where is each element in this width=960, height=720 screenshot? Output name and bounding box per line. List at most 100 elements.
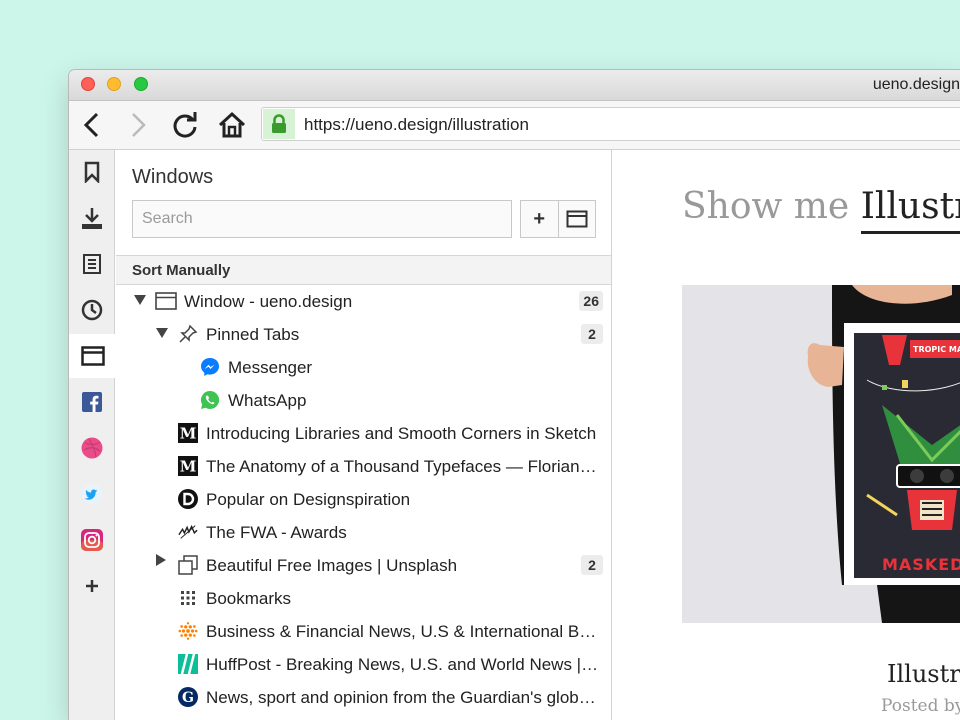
category-selector[interactable]: Illustrat bbox=[860, 186, 960, 234]
browser-window: ueno.design https://ueno.design/illustra… bbox=[69, 70, 960, 720]
navigation-bar: https://ueno.design/illustration bbox=[69, 101, 960, 150]
sort-bar[interactable]: Sort Manually bbox=[116, 255, 611, 285]
posted-by-text: Posted by bbox=[881, 696, 960, 716]
secure-connection-indicator[interactable] bbox=[263, 109, 295, 139]
forward-arrow-icon bbox=[132, 113, 146, 137]
tree-row-tab[interactable]: Popular on Designspiration bbox=[116, 483, 611, 516]
tree-label: WhatsApp bbox=[228, 391, 307, 410]
tree-row-tab[interactable]: G News, sport and opinion from the Guard… bbox=[116, 681, 611, 714]
tree-row-tab[interactable]: HuffPost - Breaking News, U.S. and World… bbox=[116, 648, 611, 681]
heading-prefix: Show me bbox=[682, 186, 850, 227]
tab-count-badge: 2 bbox=[581, 324, 603, 344]
medium-icon: M bbox=[178, 456, 198, 476]
guardian-icon: G bbox=[178, 687, 198, 707]
tree-row-tab[interactable]: M Introducing Libraries and Smooth Corne… bbox=[116, 417, 611, 450]
sidebar-notes[interactable] bbox=[69, 242, 115, 286]
lock-icon bbox=[272, 114, 286, 133]
svg-text:G: G bbox=[182, 690, 194, 706]
sidebar-tool-strip bbox=[69, 150, 116, 720]
hero-image[interactable]: TROPIC MASSUS MASKED V bbox=[682, 285, 960, 623]
window-icon bbox=[154, 291, 178, 311]
tab-count-badge: 26 bbox=[579, 291, 603, 311]
forward-button[interactable] bbox=[122, 109, 154, 141]
new-window-button[interactable] bbox=[557, 201, 596, 237]
tree-label: News, sport and opinion from the Guardia… bbox=[206, 688, 600, 707]
sidebar-add-panel[interactable] bbox=[69, 564, 115, 608]
poster-text-bottom: MASKED V bbox=[882, 555, 960, 574]
sidebar-downloads[interactable] bbox=[69, 196, 115, 240]
address-bar[interactable]: https://ueno.design/illustration bbox=[261, 107, 960, 141]
tree-row-tab-stack[interactable]: Beautiful Free Images | Unsplash 2 bbox=[116, 549, 611, 582]
poster-text-top: TROPIC MASSUS bbox=[913, 345, 960, 354]
tree-label: Pinned Tabs bbox=[206, 325, 300, 344]
fwa-icon bbox=[178, 522, 198, 542]
home-button[interactable] bbox=[216, 109, 248, 141]
collapse-arrow-icon[interactable] bbox=[156, 328, 168, 338]
windows-panel: Windows + Sort Manually Window - ueno.de… bbox=[116, 150, 612, 720]
sidebar-facebook[interactable] bbox=[69, 380, 115, 424]
svg-text:M: M bbox=[180, 425, 197, 443]
home-icon bbox=[218, 111, 246, 138]
tree-row-tab[interactable]: Business & Financial News, U.S & Interna… bbox=[116, 615, 611, 648]
minimize-window-button[interactable] bbox=[107, 77, 121, 91]
zoom-window-button[interactable] bbox=[134, 77, 148, 91]
tree-row-tab[interactable]: M The Anatomy of a Thousand Typefaces — … bbox=[116, 450, 611, 483]
download-icon bbox=[82, 208, 102, 229]
url-text: https://ueno.design/illustration bbox=[304, 115, 529, 134]
reuters-icon bbox=[178, 621, 198, 641]
sidebar-dribbble[interactable] bbox=[69, 426, 115, 470]
sidebar-instagram[interactable] bbox=[69, 518, 115, 562]
messenger-icon bbox=[200, 357, 220, 377]
notes-icon bbox=[83, 254, 101, 274]
tree-label: Beautiful Free Images | Unsplash bbox=[206, 556, 458, 575]
tree-label: The Anatomy of a Thousand Typefaces — Fl… bbox=[206, 457, 600, 476]
instagram-icon bbox=[81, 529, 103, 551]
sidebar-history[interactable] bbox=[69, 288, 115, 332]
window-title: ueno.design bbox=[872, 76, 960, 93]
medium-icon: M bbox=[178, 423, 198, 443]
tree-label: The FWA - Awards bbox=[206, 523, 347, 542]
reload-icon bbox=[173, 112, 197, 138]
panel-actions: + bbox=[520, 200, 596, 238]
sort-label: Sort Manually bbox=[132, 262, 231, 279]
tree-label: HuffPost - Breaking News, U.S. and World… bbox=[206, 655, 600, 674]
plus-icon bbox=[86, 580, 98, 592]
tree-row-tab[interactable]: Bookmarks bbox=[116, 582, 611, 615]
web-content: Show me Illustrat TROPIC MASSUS bbox=[613, 150, 960, 720]
sidebar-twitter[interactable] bbox=[69, 472, 115, 516]
tree-row-window[interactable]: Window - ueno.design 26 bbox=[116, 285, 611, 318]
window-panel-icon bbox=[80, 346, 105, 366]
svg-text:M: M bbox=[180, 458, 197, 476]
sidebar-windows[interactable] bbox=[69, 334, 116, 378]
clock-icon bbox=[81, 299, 103, 321]
tree-row-tab[interactable]: The FWA - Awards bbox=[116, 516, 611, 549]
reload-button[interactable] bbox=[169, 109, 201, 141]
tree-label: Introducing Libraries and Smooth Corners… bbox=[206, 424, 597, 443]
back-button[interactable] bbox=[76, 109, 108, 141]
tab-count-badge: 2 bbox=[581, 555, 603, 575]
title-bar: ueno.design bbox=[69, 70, 960, 101]
tree-label: Popular on Designspiration bbox=[206, 490, 411, 509]
tree-row-pinned-tabs[interactable]: Pinned Tabs 2 bbox=[116, 318, 611, 351]
expand-arrow-icon[interactable] bbox=[156, 554, 166, 566]
tab-stack-icon bbox=[178, 555, 198, 575]
tree-label: Messenger bbox=[228, 358, 313, 377]
whatsapp-icon bbox=[200, 390, 220, 410]
illustration-photo: TROPIC MASSUS MASKED V bbox=[682, 285, 960, 623]
panel-title: Windows bbox=[132, 166, 214, 188]
pin-icon bbox=[178, 324, 198, 344]
article-title[interactable]: Illustra bbox=[887, 660, 960, 688]
collapse-arrow-icon[interactable] bbox=[134, 295, 146, 305]
facebook-icon bbox=[82, 392, 102, 412]
tree-label: Bookmarks bbox=[206, 589, 292, 608]
add-button[interactable]: + bbox=[521, 201, 558, 237]
sidebar-bookmarks[interactable] bbox=[69, 150, 115, 194]
bookmark-icon bbox=[84, 161, 100, 183]
huffpost-icon bbox=[178, 654, 198, 674]
bookmarks-grid-icon bbox=[178, 588, 198, 608]
search-input[interactable] bbox=[132, 200, 512, 238]
tree-row-tab[interactable]: Messenger bbox=[116, 351, 611, 384]
close-window-button[interactable] bbox=[81, 77, 95, 91]
tree-row-tab[interactable]: WhatsApp bbox=[116, 384, 611, 417]
designspiration-icon bbox=[178, 489, 198, 509]
